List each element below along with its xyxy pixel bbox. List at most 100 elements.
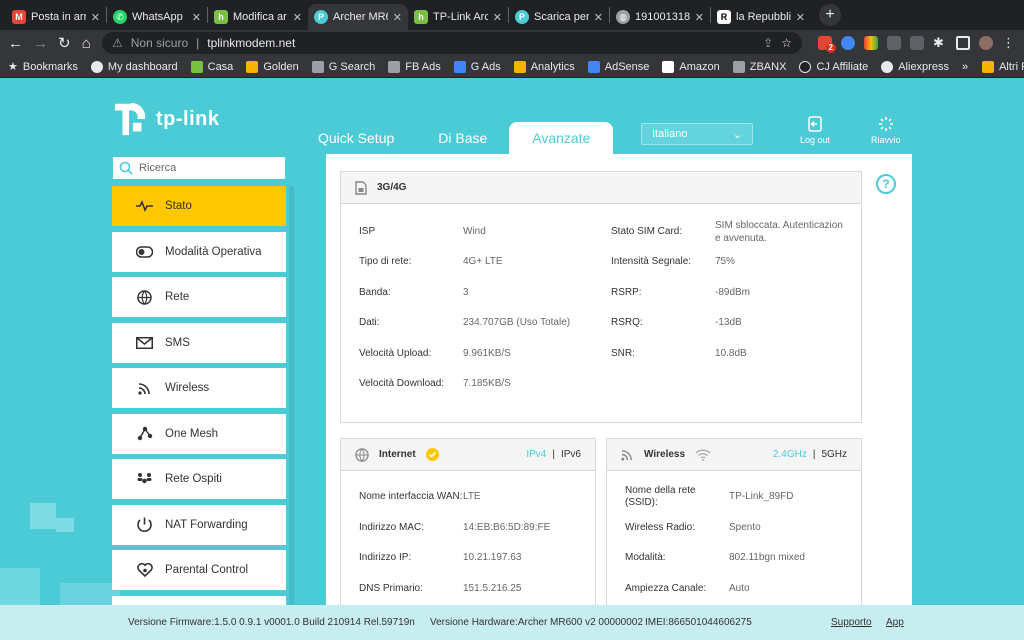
browser-tab[interactable]: h Modifica ar ✕ (208, 4, 308, 30)
logout-button[interactable]: Log out (800, 116, 830, 145)
signal-strength-label: Intensità Segnale: (611, 256, 692, 267)
bookmarks-overflow-button[interactable]: » (962, 61, 968, 73)
browser-tab[interactable]: ✆ WhatsApp ✕ (107, 4, 207, 30)
lte-card: 3G/4G ISP Wind Tipo di rete: 4G+ LTE Ban… (340, 171, 862, 423)
bookmark-item[interactable]: AdSense (587, 60, 649, 73)
download-speed-label: Velocità Download: (359, 378, 445, 389)
tab-advanced[interactable]: Avanzate (509, 122, 614, 154)
tplink-logo: tp-link (112, 100, 220, 138)
back-icon[interactable]: ← (8, 35, 23, 52)
wireless-card: Wireless 2.4GHz | 5GHz Nome della rete (… (606, 438, 862, 608)
bookmark-item[interactable]: CJ Affiliate (799, 60, 868, 73)
other-bookmarks[interactable]: Altri Preferiti (982, 60, 1024, 73)
mesh-icon (136, 425, 153, 442)
document-icon (732, 60, 745, 73)
router-app: tp-link Quick Setup Di Base Avanzate Ita… (0, 78, 1024, 640)
ipv4-tab[interactable]: IPv4 (526, 449, 546, 460)
bookmark-item[interactable]: FB Ads (388, 60, 441, 73)
language-select[interactable]: Italiano ⌄ (641, 123, 753, 145)
search-icon (119, 161, 133, 175)
menu-dots-icon[interactable]: ⋮ (1002, 36, 1016, 50)
reload-icon[interactable]: ↻ (58, 34, 71, 52)
puzzle-icon[interactable]: ✱ (933, 36, 947, 50)
bookmark-item[interactable]: My dashboard (90, 60, 178, 73)
reboot-button[interactable]: Riavvio (871, 116, 901, 145)
browser-tab[interactable]: M Posta in arr ✕ (6, 4, 106, 30)
houzz-icon: h (214, 10, 228, 24)
help-button[interactable]: ? (876, 174, 896, 194)
new-tab-button[interactable]: + (819, 4, 841, 26)
close-icon[interactable]: ✕ (393, 11, 402, 24)
channel-width-value: Auto (729, 583, 750, 594)
sidebar-item-operation-mode[interactable]: Modalità Operativa (112, 231, 286, 272)
sidebar-item-sms[interactable]: SMS (112, 322, 286, 363)
bookmark-item[interactable]: ZBANX (732, 60, 786, 73)
sidebar-item-status[interactable]: Stato (112, 186, 286, 226)
extension-icon[interactable] (841, 36, 855, 50)
avatar[interactable] (979, 36, 993, 50)
not-secure-label[interactable]: Non sicuro (131, 36, 188, 50)
url-text[interactable]: tplinkmodem.net (207, 36, 295, 50)
address-bar[interactable]: ⚠ Non sicuro | tplinkmodem.net ⇪ ☆ (102, 32, 802, 54)
extension-icon[interactable] (864, 36, 878, 50)
bookmark-item[interactable]: Analytics (513, 60, 575, 73)
data-label: Dati: (359, 317, 380, 328)
logout-icon (808, 116, 822, 132)
bookmark-item[interactable]: Casa (190, 60, 233, 73)
brand-name: tp-link (156, 107, 220, 130)
close-icon[interactable]: ✕ (293, 11, 302, 24)
home-icon[interactable]: ⌂ (81, 35, 92, 52)
adsense-icon (587, 60, 600, 73)
extension-icon[interactable] (887, 36, 901, 50)
amazon-icon (662, 60, 675, 73)
sidebar-item-network[interactable]: Rete (112, 277, 286, 317)
bookmark-item[interactable]: G Ads (453, 60, 501, 73)
share-icon[interactable]: ⇪ (763, 36, 773, 50)
sidepanel-icon[interactable] (956, 36, 970, 50)
primary-dns-value: 151.5.216.25 (463, 583, 522, 594)
google-ads-icon (453, 60, 466, 73)
tab-basic[interactable]: Di Base (416, 122, 509, 154)
star-icon[interactable]: ☆ (781, 36, 792, 50)
browser-tab[interactable]: P Scarica per ✕ (509, 4, 609, 30)
browser-tab[interactable]: Rla Repubblic ✕ (711, 4, 811, 30)
bookmark-item[interactable]: Golden (246, 60, 299, 73)
ipv6-tab[interactable]: IPv6 (561, 449, 581, 460)
bookmark-item[interactable]: G Search (311, 60, 375, 73)
band-5ghz-tab[interactable]: 5GHz (821, 449, 847, 460)
close-icon[interactable]: ✕ (695, 11, 704, 24)
bookmark-item[interactable]: ★ Bookmarks (8, 60, 78, 74)
sidebar-scrollbar[interactable] (289, 186, 294, 640)
search-input[interactable]: Ricerca (112, 156, 286, 180)
warning-icon[interactable]: ⚠ (112, 36, 123, 50)
close-icon[interactable]: ✕ (91, 11, 100, 24)
close-icon[interactable]: ✕ (493, 11, 502, 24)
extension-icon[interactable] (910, 36, 924, 50)
close-icon[interactable]: ✕ (796, 11, 805, 24)
tab-quick-setup[interactable]: Quick Setup (296, 122, 416, 154)
chevron-down-icon: ⌄ (732, 128, 742, 141)
sidebar-item-wireless[interactable]: Wireless (112, 368, 286, 408)
rsrq-value: -13dB (715, 317, 742, 328)
gmail-extension-icon[interactable]: 2 (818, 36, 836, 53)
band-24ghz-tab[interactable]: 2.4GHz (773, 449, 807, 460)
forward-icon[interactable]: → (33, 35, 48, 52)
browser-tab[interactable]: ◍1910013181✕ (610, 4, 710, 30)
browser-tab-active[interactable]: P Archer MR6 ✕ (308, 4, 408, 30)
close-icon[interactable]: ✕ (594, 11, 603, 24)
bookmark-item[interactable]: Aliexpress (881, 60, 949, 73)
network-type-value: 4G+ LTE (463, 256, 503, 267)
bookmark-item[interactable]: Amazon (662, 60, 720, 73)
signal-strength-value: 75% (715, 256, 736, 267)
sidebar-item-guest-network[interactable]: Rete Ospiti (112, 459, 286, 499)
browser-tab[interactable]: h TP-Link Arc ✕ (408, 4, 508, 30)
document-icon (311, 60, 324, 73)
sidebar-item-one-mesh[interactable]: One Mesh (112, 413, 286, 454)
sidebar-item-nat-forwarding[interactable]: NAT Forwarding (112, 504, 286, 545)
sidebar-item-parental-control[interactable]: Parental Control (112, 550, 286, 590)
close-icon[interactable]: ✕ (192, 11, 201, 24)
tplink-logo-icon (114, 102, 146, 136)
app-link[interactable]: App (886, 617, 904, 628)
analytics-icon (513, 60, 526, 73)
support-link[interactable]: Supporto (831, 617, 872, 628)
